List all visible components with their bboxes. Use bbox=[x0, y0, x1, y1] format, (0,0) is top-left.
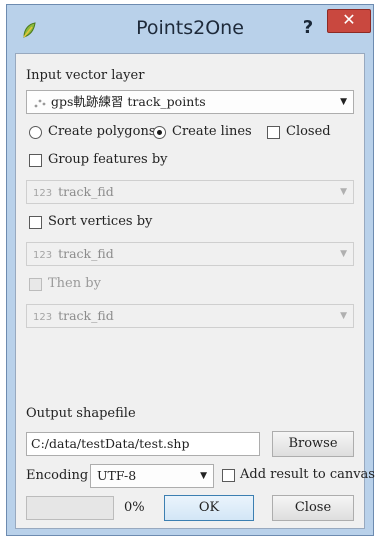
add-result-checkbox[interactable] bbox=[222, 469, 235, 482]
encoding-value: UTF-8 bbox=[97, 468, 137, 483]
title-bar[interactable]: Points2One ? ✕ bbox=[7, 5, 373, 53]
sort-vertices-checkbox[interactable] bbox=[29, 216, 42, 229]
then-by-field-combo[interactable]: 123 track_fid ▼ bbox=[26, 304, 354, 328]
encoding-label: Encoding bbox=[26, 468, 89, 483]
output-shapefile-label: Output shapefile bbox=[26, 406, 136, 421]
chevron-down-icon: ▼ bbox=[340, 187, 347, 197]
group-features-checkbox[interactable] bbox=[29, 154, 42, 167]
add-result-label[interactable]: Add result to canvas bbox=[240, 467, 375, 482]
group-features-label[interactable]: Group features by bbox=[48, 152, 167, 167]
numeric-field-icon: 123 bbox=[33, 312, 53, 323]
output-path-field[interactable]: C:/data/testData/test.shp bbox=[26, 432, 260, 456]
input-layer-value: gps軌跡練習 track_points bbox=[51, 94, 206, 109]
numeric-field-icon: 123 bbox=[33, 250, 53, 261]
help-button[interactable]: ? bbox=[297, 17, 319, 39]
then-by-field-value: track_fid bbox=[58, 308, 114, 323]
chevron-down-icon: ▼ bbox=[340, 97, 347, 107]
sort-vertices-label[interactable]: Sort vertices by bbox=[48, 214, 152, 229]
close-button[interactable]: Close bbox=[272, 495, 354, 521]
progress-bar bbox=[26, 496, 114, 520]
point-layer-icon bbox=[34, 99, 46, 107]
browse-button[interactable]: Browse bbox=[272, 431, 354, 457]
closed-checkbox[interactable] bbox=[267, 126, 280, 139]
dialog-window: Points2One ? ✕ Input vector layer gps軌跡練… bbox=[6, 4, 375, 536]
input-layer-combo[interactable]: gps軌跡練習 track_points ▼ bbox=[26, 90, 354, 114]
create-lines-label[interactable]: Create lines bbox=[172, 124, 252, 139]
then-by-checkbox[interactable] bbox=[29, 278, 42, 291]
close-window-button[interactable]: ✕ bbox=[327, 9, 371, 33]
numeric-field-icon: 123 bbox=[33, 188, 53, 199]
create-polygons-radio[interactable] bbox=[29, 126, 42, 139]
closed-label[interactable]: Closed bbox=[286, 124, 331, 139]
ok-button[interactable]: OK bbox=[164, 495, 254, 521]
encoding-combo[interactable]: UTF-8 ▼ bbox=[90, 464, 214, 488]
sort-field-value: track_fid bbox=[58, 246, 114, 261]
group-field-combo[interactable]: 123 track_fid ▼ bbox=[26, 180, 354, 204]
input-layer-label: Input vector layer bbox=[26, 68, 145, 83]
group-field-value: track_fid bbox=[58, 184, 114, 199]
chevron-down-icon: ▼ bbox=[200, 471, 207, 481]
create-lines-radio[interactable] bbox=[153, 126, 166, 139]
chevron-down-icon: ▼ bbox=[340, 311, 347, 321]
sort-field-combo[interactable]: 123 track_fid ▼ bbox=[26, 242, 354, 266]
create-polygons-label[interactable]: Create polygons bbox=[48, 124, 156, 139]
chevron-down-icon: ▼ bbox=[340, 249, 347, 259]
progress-text: 0% bbox=[124, 500, 145, 515]
dialog-body: Input vector layer gps軌跡練習 track_points … bbox=[15, 53, 375, 529]
then-by-label: Then by bbox=[48, 276, 101, 291]
